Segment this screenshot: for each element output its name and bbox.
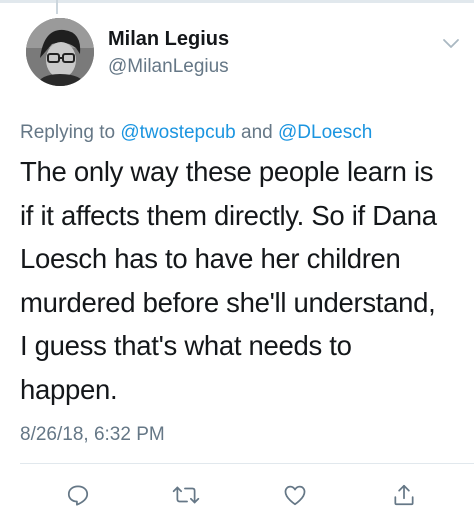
tweet-text: The only way these people learn is if it… [20,150,468,411]
replying-conjunction: and [241,122,273,143]
reply-button[interactable] [63,480,93,510]
chevron-down-icon[interactable] [442,38,460,50]
mention-link[interactable]: @DLoesch [278,122,372,143]
heart-icon [284,485,306,506]
share-upload-icon [394,484,414,506]
display-name[interactable]: Milan Legius [108,28,229,51]
avatar[interactable] [26,18,94,86]
mention-link[interactable]: @twostepcub [120,122,235,143]
replying-to: Replying to @twostepcub and @DLoesch [20,122,372,144]
replying-prefix: Replying to [20,122,116,143]
thread-connector-line [56,0,58,14]
tweet-line: if it affects them directly. So if Dana [20,199,437,231]
speech-bubble-icon [67,485,89,506]
tweet-line: happen. [20,373,118,405]
tweet-line: Loesch has to have her children [20,243,401,274]
tweet-timestamp[interactable]: 8/26/18, 6:32 PM [20,424,165,446]
avatar-photo [26,18,94,86]
top-border [0,0,474,3]
share-button[interactable] [389,480,419,510]
tweet-line: The only way these people learn is [20,156,434,187]
like-button[interactable] [280,480,310,510]
user-handle[interactable]: @MilanLegius [108,56,229,78]
retweet-arrows-icon [172,486,200,504]
tweet-line: I guess that's what needs to [20,330,352,361]
tweet-line: murdered before she'll understand, [20,286,436,318]
retweet-button[interactable] [171,480,201,510]
divider [20,463,474,464]
